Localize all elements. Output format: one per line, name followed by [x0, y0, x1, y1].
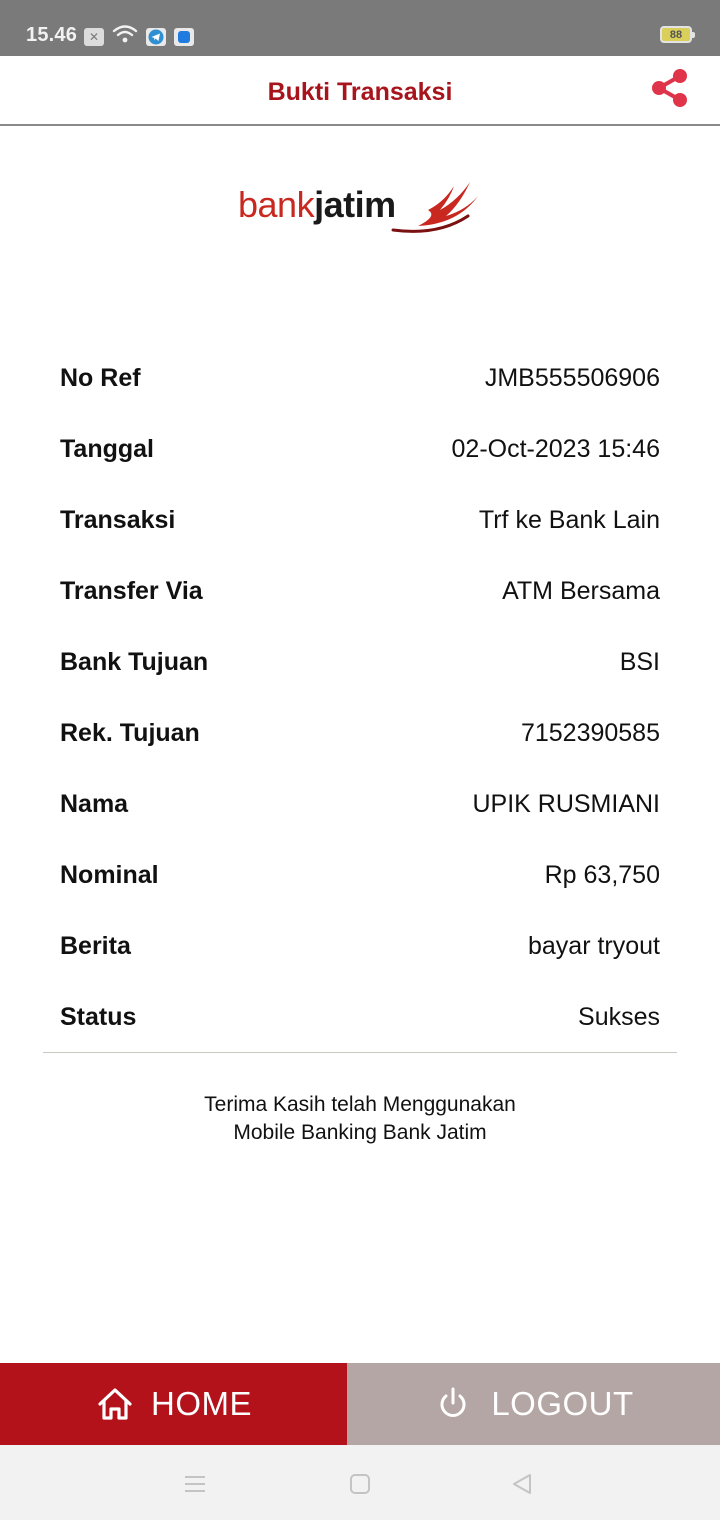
- detail-label: Rek. Tujuan: [60, 719, 200, 747]
- share-icon: [652, 69, 687, 107]
- detail-row-transfer-via: Transfer Via ATM Bersama: [60, 556, 660, 627]
- detail-label: Berita: [60, 932, 131, 960]
- app-icon: [174, 27, 194, 46]
- home-square-icon[interactable]: [347, 1471, 373, 1497]
- back-icon[interactable]: [509, 1471, 535, 1497]
- notification-x-icon: ✕: [84, 27, 104, 46]
- home-icon: [98, 1388, 132, 1420]
- detail-value: Sukses: [578, 1003, 660, 1031]
- app-header: Bukti Transaksi: [0, 56, 720, 126]
- menu-icon[interactable]: [182, 1471, 208, 1497]
- logout-button-label: LOGOUT: [491, 1385, 634, 1422]
- detail-value: 7152390585: [520, 719, 660, 747]
- detail-row-bank-tujuan: Bank Tujuan BSI: [60, 627, 660, 698]
- detail-label: No Ref: [60, 364, 141, 392]
- detail-label: Status: [60, 1003, 137, 1031]
- detail-value: BSI: [619, 648, 660, 676]
- divider: [43, 1052, 677, 1053]
- telegram-icon: [146, 27, 166, 46]
- detail-value: JMB555506906: [484, 364, 660, 392]
- home-button-label: HOME: [151, 1385, 252, 1422]
- detail-value: UPIK RUSMIANI: [472, 790, 660, 818]
- status-time: 15.46: [26, 24, 78, 46]
- detail-row-no-ref: No Ref JMB555506906: [60, 343, 660, 414]
- home-button[interactable]: HOME: [0, 1363, 347, 1445]
- detail-value: Trf ke Bank Lain: [478, 506, 660, 534]
- thank-you-message: Terima Kasih telah Menggunakan Mobile Ba…: [0, 1091, 720, 1147]
- page-title: Bukti Transaksi: [267, 78, 453, 106]
- bank-logo: bankjatim: [238, 176, 488, 238]
- share-button[interactable]: [648, 66, 692, 110]
- logo-text-bank: bank: [238, 184, 315, 225]
- detail-label: Transfer Via: [60, 577, 203, 605]
- detail-row-nominal: Nominal Rp 63,750: [60, 840, 660, 911]
- logout-button[interactable]: LOGOUT: [347, 1363, 720, 1445]
- status-bar: 15.46 ✕ 88: [0, 0, 720, 56]
- detail-row-nama: Nama UPIK RUSMIANI: [60, 769, 660, 840]
- battery-indicator: 88: [660, 26, 695, 43]
- system-nav-bar: [0, 1445, 720, 1520]
- detail-label: Nama: [60, 790, 129, 818]
- logo-text: bankjatim: [238, 184, 396, 226]
- power-icon: [440, 1387, 466, 1417]
- detail-value: bayar tryout: [527, 932, 660, 960]
- logo-wing-icon: [391, 182, 478, 233]
- detail-value: Rp 63,750: [544, 861, 660, 889]
- detail-row-tanggal: Tanggal 02-Oct-2023 15:46: [60, 414, 660, 485]
- detail-label: Nominal: [60, 861, 159, 889]
- thank-you-line-1: Terima Kasih telah Menggunakan: [204, 1093, 516, 1116]
- detail-row-transaksi: Transaksi Trf ke Bank Lain: [60, 485, 660, 556]
- detail-value: 02-Oct-2023 15:46: [451, 435, 660, 463]
- detail-value: ATM Bersama: [502, 577, 660, 605]
- logo-text-jatim: jatim: [314, 184, 396, 225]
- detail-label: Transaksi: [60, 506, 176, 534]
- thank-you-line-2: Mobile Banking Bank Jatim: [233, 1121, 487, 1144]
- detail-label: Bank Tujuan: [60, 648, 209, 676]
- detail-row-rek-tujuan: Rek. Tujuan 7152390585: [60, 698, 660, 769]
- detail-row-status: Status Sukses: [60, 982, 660, 1053]
- detail-row-berita: Berita bayar tryout: [60, 911, 660, 982]
- status-icons: ✕: [84, 25, 194, 48]
- detail-label: Tanggal: [60, 435, 154, 463]
- bottom-action-bar: HOME LOGOUT: [0, 1363, 720, 1445]
- transaction-details: No Ref JMB555506906 Tanggal 02-Oct-2023 …: [60, 343, 660, 1053]
- wifi-icon: [112, 25, 138, 48]
